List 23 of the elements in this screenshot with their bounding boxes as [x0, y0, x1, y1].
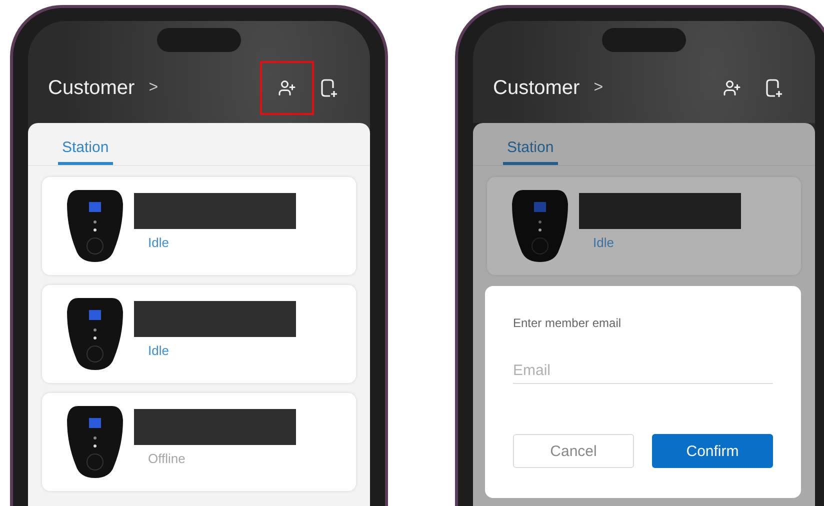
station-status: Idle — [593, 234, 614, 250]
tab[interactable]: Station — [58, 139, 113, 165]
email-field[interactable]: Email — [513, 358, 773, 384]
station-card[interactable]: Offline — [42, 393, 356, 491]
station-status: Idle — [148, 234, 169, 250]
station-status: Offline — [148, 450, 186, 466]
confirm-button[interactable]: Confirm — [652, 434, 773, 468]
add-user-button[interactable] — [260, 61, 314, 115]
page-title: Customer — [493, 76, 580, 100]
chevron[interactable]: > — [148, 79, 260, 97]
user-plus-icon — [723, 79, 741, 97]
station-card[interactable]: Idle — [42, 285, 356, 383]
cancel-button[interactable]: Cancel — [513, 434, 634, 468]
station-card[interactable]: Idle — [487, 177, 801, 275]
device-plus-icon — [765, 78, 783, 98]
station-card[interactable]: Idle — [42, 177, 356, 275]
dialog-title: Enter member email — [513, 316, 622, 330]
page-title: Customer — [48, 76, 135, 100]
chevron[interactable]: > — [594, 79, 705, 97]
user-plus-icon — [278, 79, 296, 97]
station-status: Idle — [148, 342, 169, 358]
tab[interactable]: Station — [503, 139, 558, 165]
device-plus-icon — [320, 78, 338, 98]
